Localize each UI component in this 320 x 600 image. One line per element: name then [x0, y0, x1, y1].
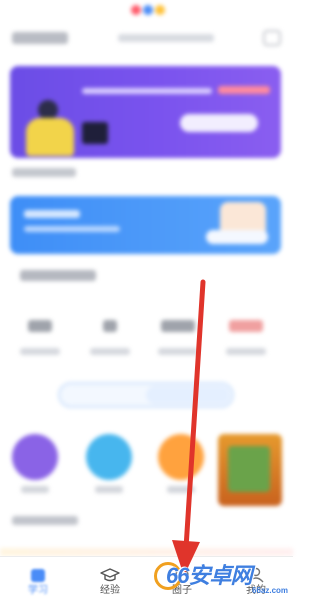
- graduation-cap-icon: [100, 568, 120, 582]
- feature-icon[interactable]: [86, 434, 132, 480]
- home-icon: [31, 569, 45, 582]
- header-subtitle: [118, 34, 214, 42]
- feature-illustration[interactable]: [218, 434, 282, 506]
- section-label: [12, 516, 78, 525]
- banner-caption: [12, 168, 76, 177]
- feature-icon[interactable]: [12, 434, 58, 480]
- banner-text: [82, 88, 212, 94]
- menu-icon[interactable]: [263, 30, 281, 46]
- feature-icon[interactable]: [158, 434, 204, 480]
- section-title: [20, 270, 96, 281]
- tab-experience[interactable]: 经验: [80, 557, 140, 600]
- header-title: [12, 32, 68, 44]
- blurred-content: [0, 0, 293, 560]
- banner-tag: [218, 86, 270, 94]
- stat-item[interactable]: [90, 314, 130, 362]
- stat-item[interactable]: [226, 314, 266, 362]
- stat-item[interactable]: [158, 314, 198, 362]
- segmented-switch[interactable]: [58, 382, 234, 408]
- app-logo: [131, 5, 165, 15]
- card-button[interactable]: [206, 230, 268, 244]
- tab-label: 学习: [28, 585, 48, 596]
- header: [12, 30, 281, 48]
- banner-button[interactable]: [180, 114, 258, 132]
- watermark: 66安卓网 66az.com: [150, 552, 293, 600]
- stats-row: [18, 314, 276, 362]
- promo-banner[interactable]: [10, 66, 281, 158]
- stat-item[interactable]: [20, 314, 60, 362]
- watermark-text: 66安卓网: [166, 563, 252, 588]
- banner-illustration: [22, 100, 108, 156]
- promo-card[interactable]: [10, 196, 281, 254]
- tab-label: 经验: [100, 585, 120, 596]
- tab-study[interactable]: 学习: [8, 557, 68, 600]
- watermark-sub: 66az.com: [252, 586, 289, 595]
